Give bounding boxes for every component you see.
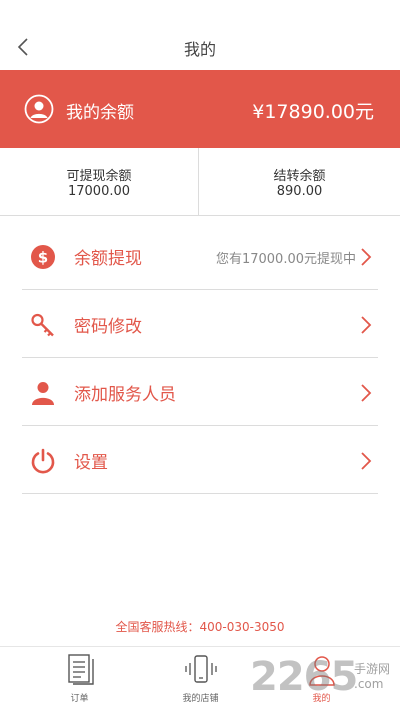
menu-item-settings[interactable]: 设置 [22,426,378,494]
sub-balances: 可提现余额 17000.00 结转余额 890.00 [0,148,400,216]
chevron-right-icon [361,452,372,470]
menu-item-add-staff[interactable]: 添加服务人员 [22,358,378,426]
menu-item-password[interactable]: 密码修改 [22,290,378,358]
site-watermark: 2265 手游网 .com [250,654,400,710]
chevron-right-icon [361,316,372,334]
carryover-balance: 结转余额 890.00 [200,148,399,216]
chevron-right-icon [361,248,372,266]
balance-label: 我的余额 [66,103,134,123]
tab-orders[interactable]: 订单 [13,647,146,711]
svg-text:$: $ [38,249,48,267]
service-hotline[interactable]: 全国客服热线：400-030-3050 [0,618,400,635]
chevron-right-icon [361,384,372,402]
menu-item-withdraw[interactable]: $ 余额提现 您有17000.00元提现中 [22,222,378,290]
tab-label: 我的店铺 [182,694,219,704]
carryover-label: 结转余额 [273,169,326,184]
balance-value: ¥17890.00元 [252,101,374,123]
menu-label: 设置 [74,453,108,473]
tab-label: 订单 [70,694,89,704]
withdraw-status-note: 您有17000.00元提现中 [215,252,356,267]
tab-my-store[interactable]: 我的店铺 [134,647,267,711]
person-icon [32,382,54,405]
withdrawable-value: 17000.00 [67,184,131,199]
watermark-text: 手游网 .com [354,662,391,691]
key-icon [31,313,54,337]
page-title: 我的 [183,40,216,59]
menu-label: 余额提现 [74,249,142,269]
top-bar: 我的 [0,0,400,70]
document-icon [67,654,94,685]
user-circle-icon [24,94,54,124]
balance-banner: 我的余额 ¥17890.00元 [0,70,400,148]
carryover-value: 890.00 [276,184,323,199]
phone-vibrate-icon [184,655,217,683]
withdrawable-label: 可提现余额 [66,169,132,184]
withdrawable-balance: 可提现余额 17000.00 [0,148,199,216]
power-icon [31,448,55,474]
menu-label: 密码修改 [74,317,142,337]
menu-label: 添加服务人员 [74,385,176,405]
watermark-number: 2265 [250,654,358,700]
dollar-circle-icon: $ [31,245,55,269]
